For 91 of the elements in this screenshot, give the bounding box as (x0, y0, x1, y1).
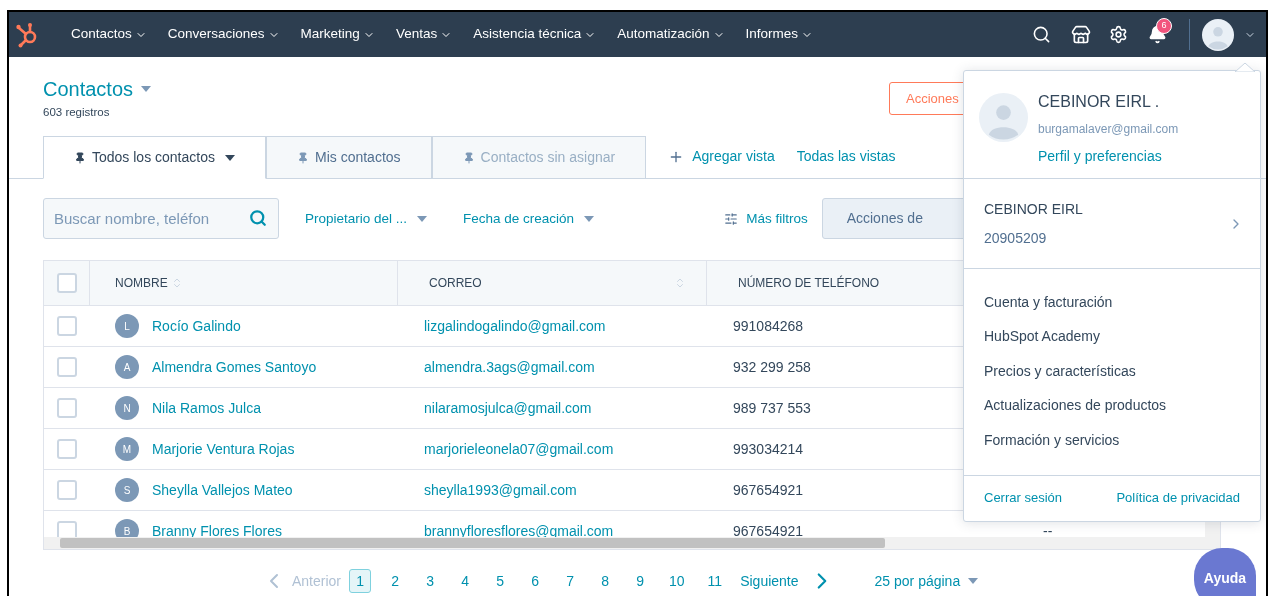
email-cell[interactable]: nilaramosjulca@gmail.com (424, 397, 592, 419)
account-menu-item[interactable]: Formación y servicios (964, 423, 1260, 458)
pin-icon (296, 151, 309, 164)
horizontal-scrollbar[interactable] (44, 537, 1220, 550)
avatar-icon (979, 93, 1028, 142)
nav-menu[interactable]: Marketing (300, 24, 375, 45)
page-link[interactable]: 6 (524, 569, 547, 594)
contact-avatar: L (115, 314, 139, 339)
view-tab[interactable]: Contactos sin asignar (431, 136, 647, 180)
contact-avatar: S (115, 478, 139, 503)
settings-icon[interactable] (1109, 25, 1128, 44)
phone-cell-text: 989 737 553 (733, 398, 811, 418)
email-cell[interactable]: marjorieleonela07@gmail.com (424, 438, 614, 460)
row-checkbox[interactable] (57, 316, 77, 337)
page-link[interactable]: 7 (559, 569, 582, 594)
filter-dropdown[interactable]: Fecha de creación (463, 208, 595, 229)
page-link[interactable]: 10 (664, 569, 690, 594)
page-link[interactable]: 3 (419, 569, 442, 594)
sort-icon[interactable] (674, 277, 686, 290)
contact-avatar: N (115, 396, 139, 421)
table-cell-text: -- (1043, 521, 1053, 538)
row-checkbox[interactable] (57, 480, 77, 501)
account-switcher[interactable]: CEBINOR EIRL 20905209 (964, 179, 1260, 269)
more-filters-button[interactable]: Más filtros (724, 208, 808, 229)
contact-name-link[interactable]: Sheylla Vallejos Mateo (152, 479, 293, 501)
email-cell[interactable]: lizgalindogalindo@gmail.com (424, 315, 606, 337)
row-checkbox[interactable] (57, 521, 77, 538)
help-button[interactable]: Ayuda (1194, 548, 1256, 596)
account-menu-item[interactable]: Precios y características (964, 354, 1260, 389)
nav-menu[interactable]: Ventas (395, 24, 453, 45)
row-checkbox[interactable] (57, 398, 77, 419)
page-link[interactable]: 8 (594, 569, 617, 594)
page-link[interactable]: 2 (384, 569, 407, 594)
page-title[interactable]: Contactos (43, 79, 134, 99)
page-link[interactable]: 9 (629, 569, 652, 594)
profile-link[interactable]: Perfil y preferencias (1038, 146, 1179, 167)
next-link[interactable]: Siguiente (740, 570, 799, 592)
caret-icon (224, 154, 235, 161)
caret-icon (584, 215, 595, 222)
page-link[interactable]: 4 (454, 569, 477, 594)
nav-menu[interactable]: Asistencia técnica (473, 24, 597, 45)
filter-dropdown[interactable]: Propietario del ... (305, 208, 428, 229)
contact-name-link[interactable]: Nila Ramos Julca (152, 397, 261, 419)
footer-link[interactable]: Cerrar sesión (984, 488, 1063, 508)
view-tab[interactable]: Mis contactos (265, 136, 432, 180)
sliders-icon (724, 211, 739, 226)
nav-menu[interactable]: Contactos (71, 24, 147, 45)
pin-icon (462, 151, 475, 164)
contact-avatar: B (115, 519, 139, 538)
contact-avatar: A (115, 355, 139, 380)
footer-link[interactable]: Política de privacidad (1116, 488, 1240, 508)
caret-icon (417, 215, 428, 222)
nav-menu[interactable]: Conversaciones (167, 24, 280, 45)
column-header[interactable]: NOMBRE (90, 261, 398, 306)
view-link[interactable]: Todas las vistas (796, 135, 896, 179)
nav-menu[interactable]: Automatización (617, 24, 725, 45)
account-menu-item[interactable]: HubSpot Academy (964, 319, 1260, 354)
contact-name-link[interactable]: Marjorie Ventura Rojas (152, 438, 295, 460)
page-link[interactable]: 5 (489, 569, 512, 594)
phone-cell-text: 967654921 (733, 521, 804, 538)
notification-count-badge: 6 (1156, 18, 1172, 34)
page-link[interactable]: 1 (349, 569, 372, 594)
account-email: burgamalaver@gmail.com (1038, 121, 1179, 138)
marketplace-icon[interactable] (1071, 24, 1091, 45)
phone-cell-text: 991084268 (733, 316, 804, 336)
caret-icon (141, 86, 152, 92)
email-cell[interactable]: sheylla1993@gmail.com (424, 479, 577, 501)
contact-name-link[interactable]: Rocío Galindo (152, 315, 241, 337)
row-checkbox[interactable] (56, 273, 77, 294)
phone-cell-text: 993034214 (733, 439, 804, 459)
phone-cell-text: 932 299 258 (733, 357, 811, 377)
column-header[interactable]: CORREO (398, 261, 707, 306)
email-cell[interactable]: almendra.3ags@gmail.com (424, 356, 595, 378)
account-menu-item[interactable]: Actualizaciones de productos (964, 388, 1260, 423)
row-checkbox[interactable] (57, 357, 77, 378)
caret-icon (968, 578, 979, 585)
phone-cell-text: 967654921 (733, 480, 804, 500)
search-icon[interactable] (1032, 25, 1051, 44)
view-tab[interactable]: Todos los contactos (43, 136, 266, 180)
contact-name-link[interactable]: Almendra Gomes Santoyo (152, 356, 317, 378)
pin-icon (74, 151, 86, 164)
avatar-icon (1202, 18, 1234, 51)
account-owner-name: CEBINOR EIRL . (1038, 92, 1161, 112)
page-link[interactable]: 11 (702, 569, 728, 594)
per-page-dropdown[interactable]: 25 por página (874, 570, 979, 592)
search-field[interactable]: Buscar nombre, teléfon (43, 198, 279, 240)
nav-menu[interactable]: Informes (745, 24, 814, 45)
row-checkbox[interactable] (57, 439, 77, 460)
view-link[interactable]: Agregar vista (668, 135, 775, 179)
contact-avatar: M (115, 437, 139, 462)
record-count: 603 registros (43, 105, 111, 120)
